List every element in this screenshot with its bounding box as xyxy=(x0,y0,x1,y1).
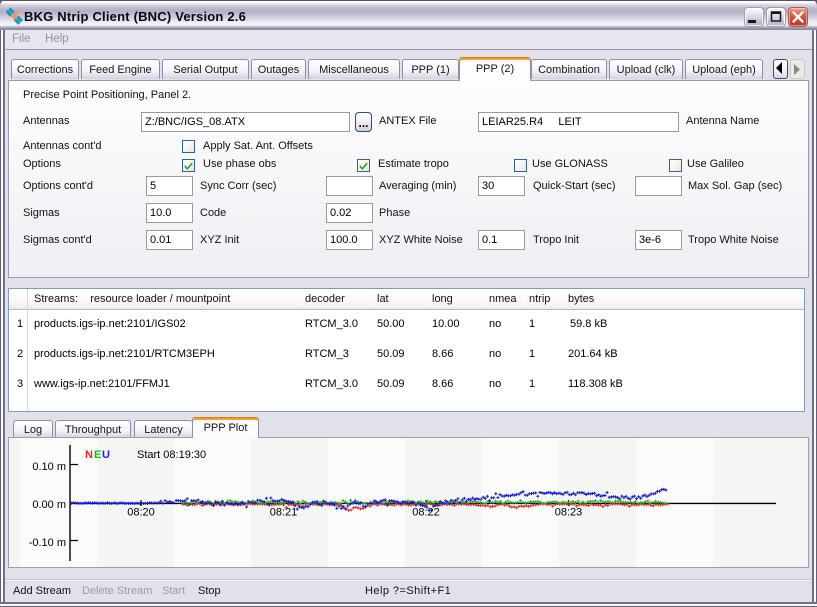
svg-text:-0.10 m: -0.10 m xyxy=(29,537,66,549)
svg-text:0.00 m: 0.00 m xyxy=(32,499,66,511)
svg-text:N: N xyxy=(85,449,93,461)
svg-text:08:21: 08:21 xyxy=(270,507,298,519)
svg-text:U: U xyxy=(102,449,110,461)
svg-text:08:20: 08:20 xyxy=(127,507,155,519)
svg-text:Start 08:19:30: Start 08:19:30 xyxy=(137,449,206,461)
svg-text:0.10 m: 0.10 m xyxy=(32,461,66,473)
svg-text:08:23: 08:23 xyxy=(555,507,583,519)
svg-text:E: E xyxy=(94,449,101,461)
svg-text:08:22: 08:22 xyxy=(412,507,440,519)
